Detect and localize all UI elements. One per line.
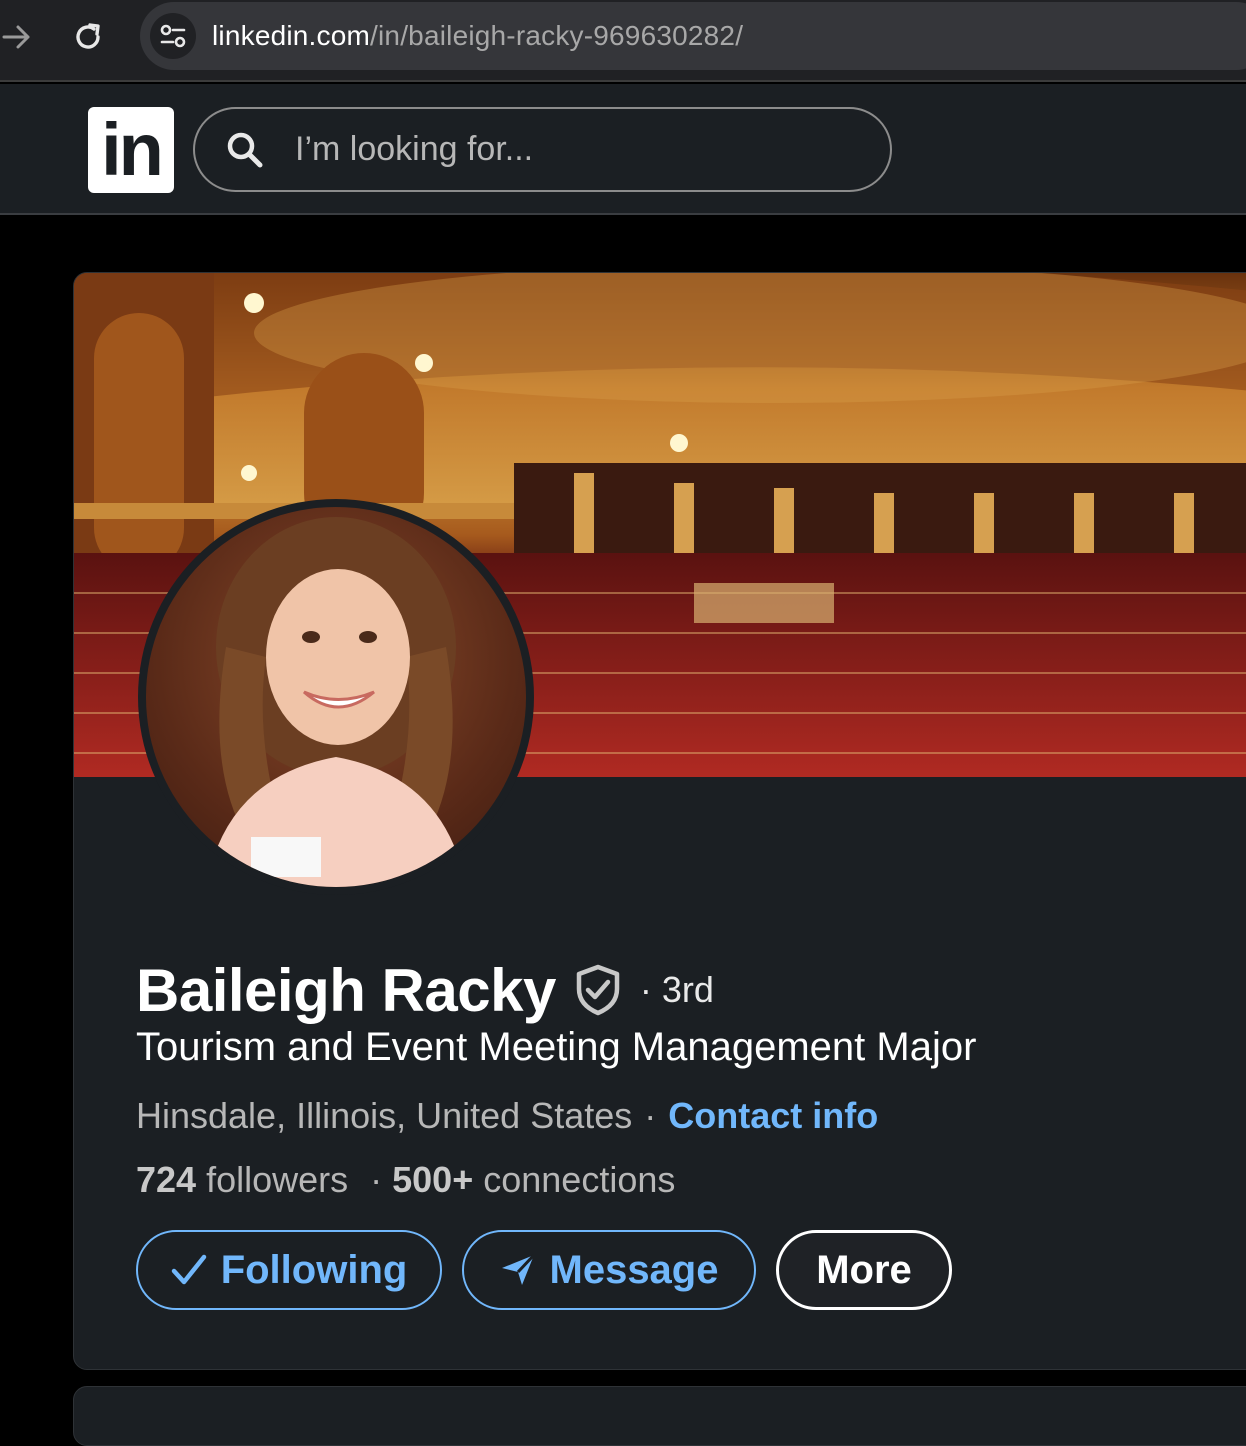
url-path: /in/baileigh-racky-969630282/ xyxy=(370,20,744,51)
next-section-card xyxy=(73,1386,1246,1446)
linkedin-logo[interactable]: in xyxy=(88,107,174,193)
profile-headline: Tourism and Event Meeting Management Maj… xyxy=(136,1025,977,1069)
stats-separator: · xyxy=(370,1159,383,1200)
more-button[interactable]: More xyxy=(776,1230,952,1310)
stats-row: 724 followers · 500+ connections xyxy=(136,1159,675,1201)
message-button[interactable]: Message xyxy=(462,1230,756,1310)
following-label: Following xyxy=(220,1247,408,1292)
location-separator: · xyxy=(644,1095,657,1136)
profile-photo[interactable] xyxy=(138,499,534,895)
more-label: More xyxy=(816,1247,912,1292)
followers-count: 724 xyxy=(136,1159,197,1200)
message-label: Message xyxy=(549,1247,719,1292)
site-info-button[interactable] xyxy=(150,13,196,59)
browser-toolbar: linkedin.com/in/baileigh-racky-969630282… xyxy=(0,0,1246,82)
following-button[interactable]: Following xyxy=(136,1230,442,1310)
reload-icon xyxy=(76,23,100,49)
contact-info-link[interactable]: Contact info xyxy=(668,1095,878,1137)
url-text: linkedin.com/in/baileigh-racky-969630282… xyxy=(212,20,743,52)
avatar xyxy=(146,507,526,887)
verified-shield-icon[interactable] xyxy=(574,964,622,1016)
logo-text: in xyxy=(101,108,164,191)
tune-icon xyxy=(160,24,186,48)
profile-name: Baileigh Racky xyxy=(136,956,556,1024)
reload-button[interactable] xyxy=(66,16,110,58)
portrait-picture xyxy=(206,517,466,887)
url-host: linkedin.com xyxy=(212,20,371,51)
search-box[interactable] xyxy=(193,107,892,192)
location-row: Hinsdale, Illinois, United States · Cont… xyxy=(136,1095,878,1137)
arrow-right-icon xyxy=(2,25,30,49)
forward-button[interactable] xyxy=(0,18,34,56)
site-header: in xyxy=(0,84,1246,215)
send-icon xyxy=(501,1253,535,1285)
profile-card: Baileigh Racky · 3rd Tourism and Event M… xyxy=(73,272,1246,1370)
connection-degree: · 3rd xyxy=(639,969,714,1010)
profile-location: Hinsdale, Illinois, United States xyxy=(136,1095,633,1136)
search-input[interactable] xyxy=(295,119,890,180)
connections-count[interactable]: 500+ xyxy=(392,1159,473,1201)
search-icon xyxy=(227,132,263,167)
address-bar[interactable]: linkedin.com/in/baileigh-racky-969630282… xyxy=(140,2,1246,70)
name-row: Baileigh Racky · 3rd xyxy=(136,953,714,1027)
connections-label[interactable]: connections xyxy=(483,1159,675,1201)
check-icon xyxy=(171,1254,206,1285)
profile-actions: Following Message More xyxy=(136,1230,952,1310)
followers-label: followers xyxy=(206,1159,349,1200)
